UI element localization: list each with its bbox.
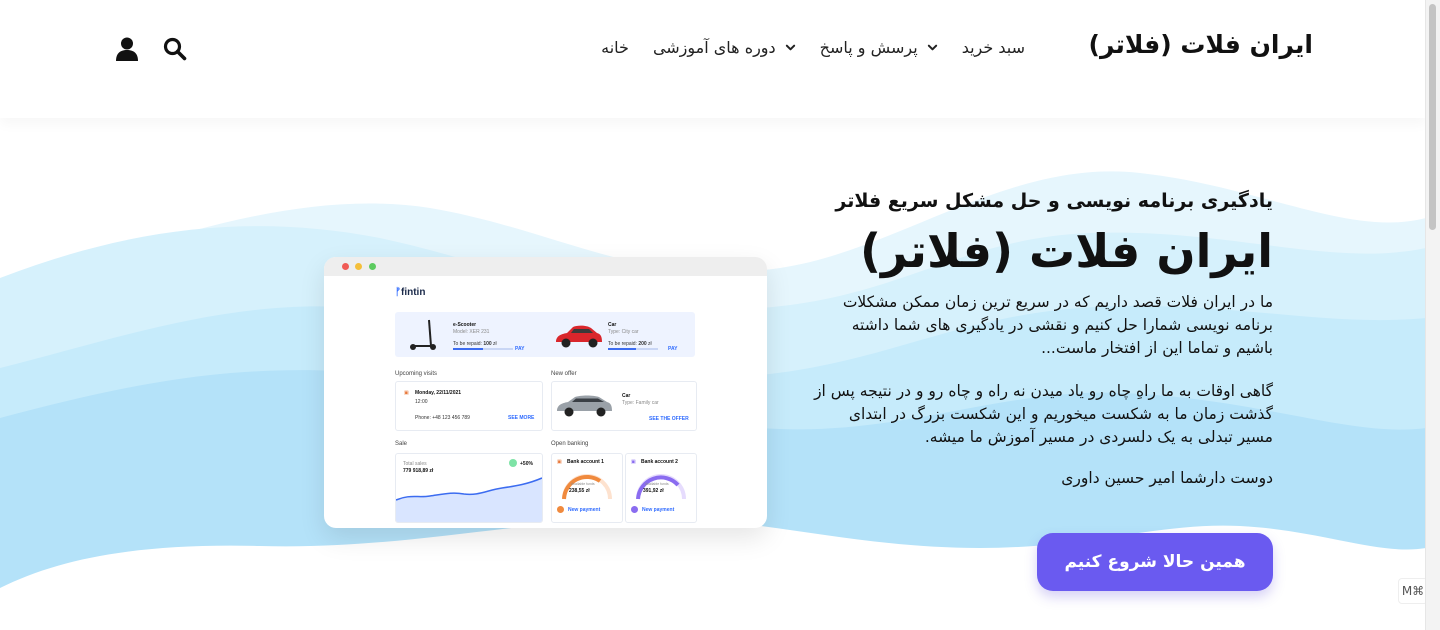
- start-now-button[interactable]: همین حالا شروع کنیم: [1037, 533, 1273, 591]
- hero-signature: دوست دارشما امیر حسین داوری: [1061, 468, 1273, 487]
- open-banking-heading: Open banking: [551, 441, 589, 447]
- nav-item-label: دوره های آموزشی: [652, 38, 776, 57]
- hero-tagline: یادگیری برنامه نویسی و حل مشکل سریع فلات…: [835, 190, 1273, 212]
- funds-value: 391,92 zł: [643, 488, 664, 494]
- funds-label: Available funds: [645, 482, 669, 486]
- red-car-image: [556, 325, 602, 348]
- user-icon[interactable]: [114, 36, 140, 62]
- new-payment-icon: [557, 506, 564, 513]
- offer-title: Car: [622, 393, 631, 399]
- window-maximize-dot: [369, 263, 376, 270]
- fintin-logo: ᚠfintin: [395, 287, 426, 298]
- nav-item-label: خانه: [601, 38, 629, 57]
- vehicle-title: e-Scooter: [453, 322, 477, 328]
- bank-account-name: Bank account 1: [567, 459, 604, 465]
- window-close-dot: [342, 263, 349, 270]
- trend-dot: [509, 459, 517, 467]
- nav-item-qa[interactable]: پرسش و پاسخ: [820, 38, 938, 57]
- repaid-progress: [608, 348, 658, 350]
- scooter-image: [410, 319, 436, 350]
- new-payment-link: New payment: [568, 507, 601, 513]
- sale-heading: Sale: [395, 441, 408, 447]
- window-titlebar: [324, 257, 767, 276]
- site-header: ایران فلات (فلاتر) خانه دوره های آموزشی …: [0, 0, 1426, 118]
- vehicle-repaid: To be repaid: 100 zł: [453, 341, 497, 347]
- nav-item-label: سبد خرید: [961, 38, 1025, 57]
- bank-icon: ▣: [631, 459, 636, 465]
- new-payment-icon: [631, 506, 638, 513]
- hero-section: یادگیری برنامه نویسی و حل مشکل سریع فلات…: [813, 190, 1273, 487]
- funds-value: 238,55 zł: [569, 488, 590, 494]
- site-brand[interactable]: ایران فلات (فلاتر): [1089, 30, 1313, 59]
- bank-account-card: ▣ Bank account 1 Available funds 238,55 …: [551, 453, 623, 523]
- hero-title: ایران فلات (فلاتر): [860, 224, 1273, 278]
- nav-item-courses[interactable]: دوره های آموزشی: [653, 38, 796, 57]
- dashboard-mockup-image: ᚠfintin e-Scooter Model: XER 231 To be r…: [324, 257, 767, 528]
- search-icon[interactable]: [162, 36, 188, 62]
- sales-area-sparkline: [396, 477, 542, 522]
- sale-card: Total sales 779 918,89 zł +50%: [395, 453, 543, 523]
- vehicle-sub: Model: XER 231: [453, 329, 490, 335]
- nav-item-home[interactable]: خانه: [601, 38, 629, 57]
- grey-car-image: [557, 395, 612, 417]
- nav-item-cart[interactable]: سبد خرید: [962, 38, 1025, 57]
- pay-button: PAY: [668, 346, 678, 352]
- funds-label: Available funds: [571, 482, 595, 486]
- vehicle-title: Car: [608, 322, 617, 328]
- funds-gauge: [636, 474, 686, 500]
- visit-date: Monday, 22/11/2021: [415, 390, 462, 396]
- pay-button: PAY: [515, 346, 525, 352]
- chevron-down-icon: [785, 44, 795, 51]
- main-nav: خانه دوره های آموزشی پرسش و پاسخ سبد خری…: [601, 38, 1025, 57]
- bank-icon: ▣: [557, 459, 562, 465]
- nav-item-label: پرسش و پاسخ: [819, 38, 918, 57]
- floating-widget-badge[interactable]: M⌘: [1398, 578, 1428, 604]
- vehicle-sub: Type: City car: [608, 329, 639, 335]
- scrollbar-thumb[interactable]: [1429, 4, 1436, 230]
- new-offer-card: Car Type: Family car SEE THE OFFER: [551, 381, 697, 431]
- see-more-link: SEE MORE: [508, 415, 535, 421]
- calendar-icon: ▣: [404, 390, 409, 396]
- new-payment-link: New payment: [642, 507, 675, 513]
- see-offer-link: SEE THE OFFER: [649, 416, 689, 422]
- chevron-down-icon: [927, 44, 937, 51]
- vehicles-card: e-Scooter Model: XER 231 To be repaid: 1…: [395, 312, 695, 357]
- funds-gauge: [562, 474, 612, 500]
- page-scrollbar[interactable]: [1425, 0, 1440, 630]
- sale-change: +50%: [520, 461, 533, 467]
- sale-label: Total sales: [403, 461, 427, 467]
- new-offer-heading: New offer: [551, 371, 577, 377]
- offer-sub: Type: Family car: [622, 400, 659, 406]
- vehicle-repaid: To be repaid: 200 zł: [608, 341, 652, 347]
- visit-phone: Phone: +48 123 456 789: [415, 415, 470, 421]
- upcoming-visits-heading: Upcoming visits: [395, 371, 438, 377]
- bank-account-card: ▣ Bank account 2 Available funds 391,92 …: [625, 453, 697, 523]
- bank-account-name: Bank account 2: [641, 459, 678, 465]
- repaid-progress: [453, 348, 513, 350]
- visit-time: 12:00: [415, 399, 428, 405]
- hero-paragraph-2: گاهی اوقات به ما راهِ چاه رو یاد میدن نه…: [814, 381, 1273, 446]
- hero-paragraph-1: ما در ایران فلات قصد داریم که در سریع تر…: [842, 292, 1273, 357]
- upcoming-visit-card: ▣ Monday, 22/11/2021 12:00 Phone: +48 12…: [395, 381, 543, 431]
- sale-value: 779 918,89 zł: [403, 468, 434, 474]
- window-minimize-dot: [355, 263, 362, 270]
